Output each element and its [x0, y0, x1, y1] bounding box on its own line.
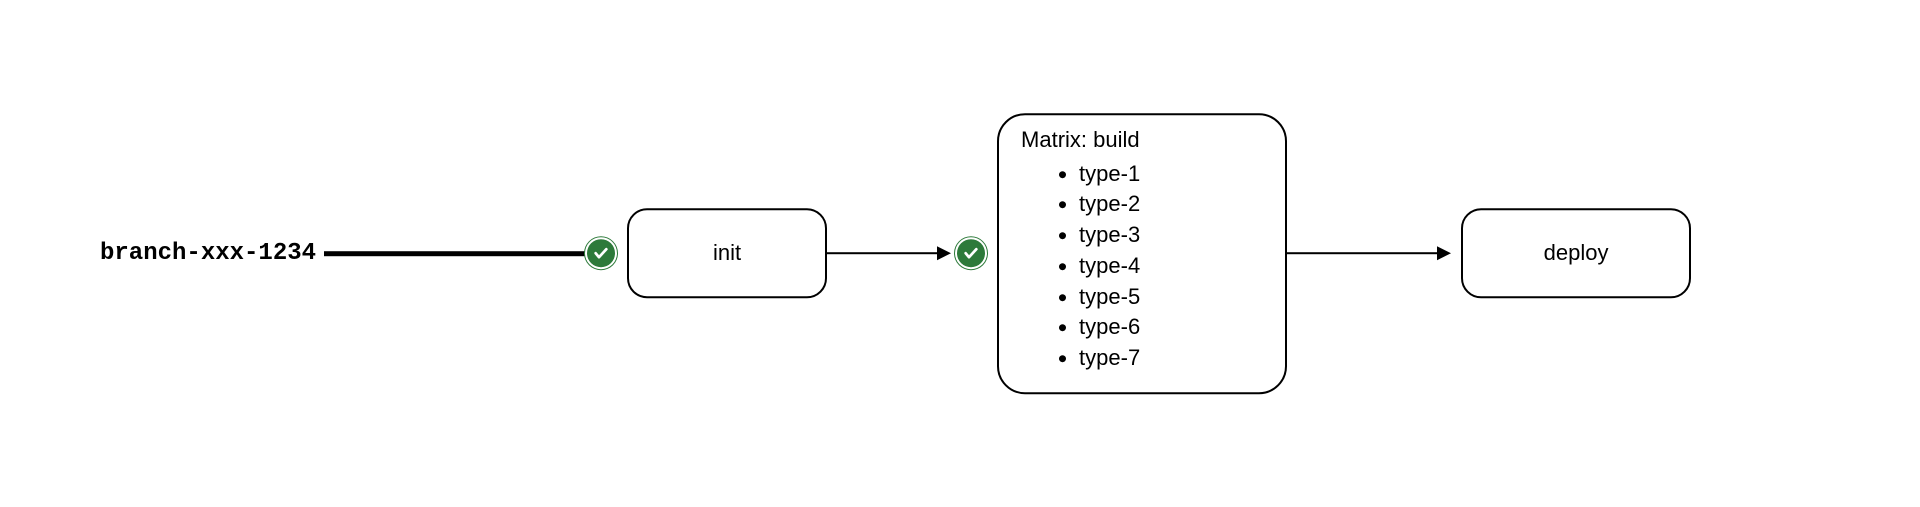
- matrix-items-list: type-1 type-2 type-3 type-4 type-5 type-…: [1019, 159, 1265, 375]
- arrow-line: [1287, 252, 1437, 254]
- matrix-title: Matrix: build: [1021, 127, 1265, 153]
- stage-matrix-build: Matrix: build type-1 type-2 type-3 type-…: [997, 113, 1287, 395]
- arrow-head-icon: [1437, 246, 1451, 260]
- arrow-connector: [1287, 252, 1451, 254]
- matrix-item: type-4: [1079, 251, 1265, 282]
- branch-connector-line: [324, 251, 589, 256]
- matrix-item: type-1: [1079, 159, 1265, 190]
- stage-deploy: deploy: [1461, 208, 1691, 298]
- stage-deploy-label: deploy: [1544, 240, 1609, 266]
- check-success-icon: [957, 239, 985, 267]
- matrix-item: type-7: [1079, 343, 1265, 374]
- matrix-item: type-2: [1079, 190, 1265, 221]
- pipeline-diagram: branch-xxx-1234 init Matrix: build type-…: [100, 113, 1691, 395]
- branch-name: branch-xxx-1234: [100, 240, 316, 267]
- stage-init: init: [627, 208, 827, 298]
- stage-init-label: init: [713, 240, 741, 266]
- arrow-line: [827, 252, 937, 254]
- matrix-item: type-3: [1079, 220, 1265, 251]
- check-success-icon: [587, 239, 615, 267]
- arrow-connector: [827, 252, 951, 254]
- arrow-head-icon: [937, 246, 951, 260]
- matrix-item: type-6: [1079, 313, 1265, 344]
- matrix-item: type-5: [1079, 282, 1265, 313]
